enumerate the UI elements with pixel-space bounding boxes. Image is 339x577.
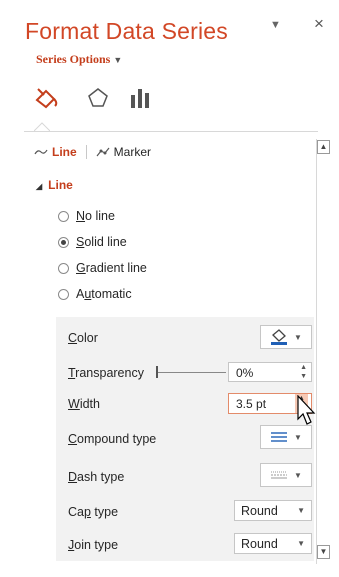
radio-circle	[58, 288, 69, 300]
cap-type-dropdown[interactable]: Round ▼	[234, 500, 312, 521]
color-label: Color	[68, 331, 98, 345]
scroll-up-icon[interactable]: ▲	[317, 140, 330, 154]
chevron-down-icon: ▼	[294, 432, 302, 442]
cap-type-label: Cap type	[68, 505, 119, 519]
transparency-spinner[interactable]: 0% ▲ ▼	[228, 362, 312, 382]
chevron-down-icon: ▼	[294, 332, 302, 342]
effects-icon[interactable]	[86, 86, 110, 115]
transparency-label: Transparency	[68, 366, 144, 380]
series-options-label: Series Options	[36, 52, 111, 66]
compound-type-label: Compound type	[68, 432, 157, 446]
mouse-cursor-icon	[297, 395, 316, 425]
chevron-down-icon: ▼	[294, 470, 302, 480]
compound-type-dropdown[interactable]: ▼	[260, 425, 312, 449]
color-picker-button[interactable]: ▼	[260, 325, 312, 349]
active-category-pointer	[34, 122, 50, 132]
radio-no-line[interactable]: No line	[58, 209, 115, 223]
dash-lines-icon	[271, 471, 288, 479]
sub-tabs: Line Marker	[34, 145, 151, 159]
chevron-down-icon: ▼	[297, 539, 305, 548]
line-section-header[interactable]: ◢ Line	[36, 178, 73, 192]
collapse-icon: ◢	[36, 182, 43, 191]
series-options-dropdown[interactable]: Series Options ▼	[36, 52, 122, 67]
tab-marker[interactable]: Marker	[96, 145, 151, 159]
scrollbar[interactable]	[316, 139, 333, 564]
radio-solid-line[interactable]: Solid line	[58, 235, 127, 249]
dash-type-label: Dash type	[68, 470, 125, 484]
transparency-slider[interactable]	[156, 372, 226, 373]
width-label: Width	[68, 397, 100, 411]
radio-circle	[58, 262, 69, 274]
radio-circle	[58, 210, 69, 222]
transparency-slider-thumb[interactable]	[156, 366, 158, 378]
tab-line[interactable]: Line	[34, 145, 77, 159]
chevron-down-icon: ▼	[113, 55, 123, 65]
dash-type-dropdown[interactable]: ▼	[260, 463, 312, 487]
join-type-label: Join type	[68, 538, 119, 552]
line-tab-icon	[34, 149, 48, 155]
scroll-down-icon[interactable]: ▼	[317, 545, 330, 559]
close-icon[interactable]: ×	[314, 14, 324, 34]
radio-automatic[interactable]: Automatic	[58, 287, 132, 301]
pane-title: Format Data Series	[25, 18, 228, 44]
chevron-down-icon: ▼	[297, 506, 305, 515]
spinner-arrows-icon[interactable]: ▲▼	[300, 363, 307, 381]
radio-gradient-line[interactable]: Gradient line	[58, 261, 147, 275]
fill-line-icon[interactable]	[34, 86, 60, 115]
divider	[24, 131, 318, 132]
radio-circle-selected	[58, 236, 69, 248]
tab-separator	[85, 145, 87, 159]
paint-bucket-icon	[271, 329, 288, 345]
pane-options-icon[interactable]: ▼	[270, 19, 281, 31]
marker-tab-icon	[96, 147, 110, 157]
join-type-dropdown[interactable]: Round ▼	[234, 533, 312, 554]
compound-lines-icon	[271, 432, 288, 442]
series-options-icon[interactable]	[128, 86, 152, 115]
